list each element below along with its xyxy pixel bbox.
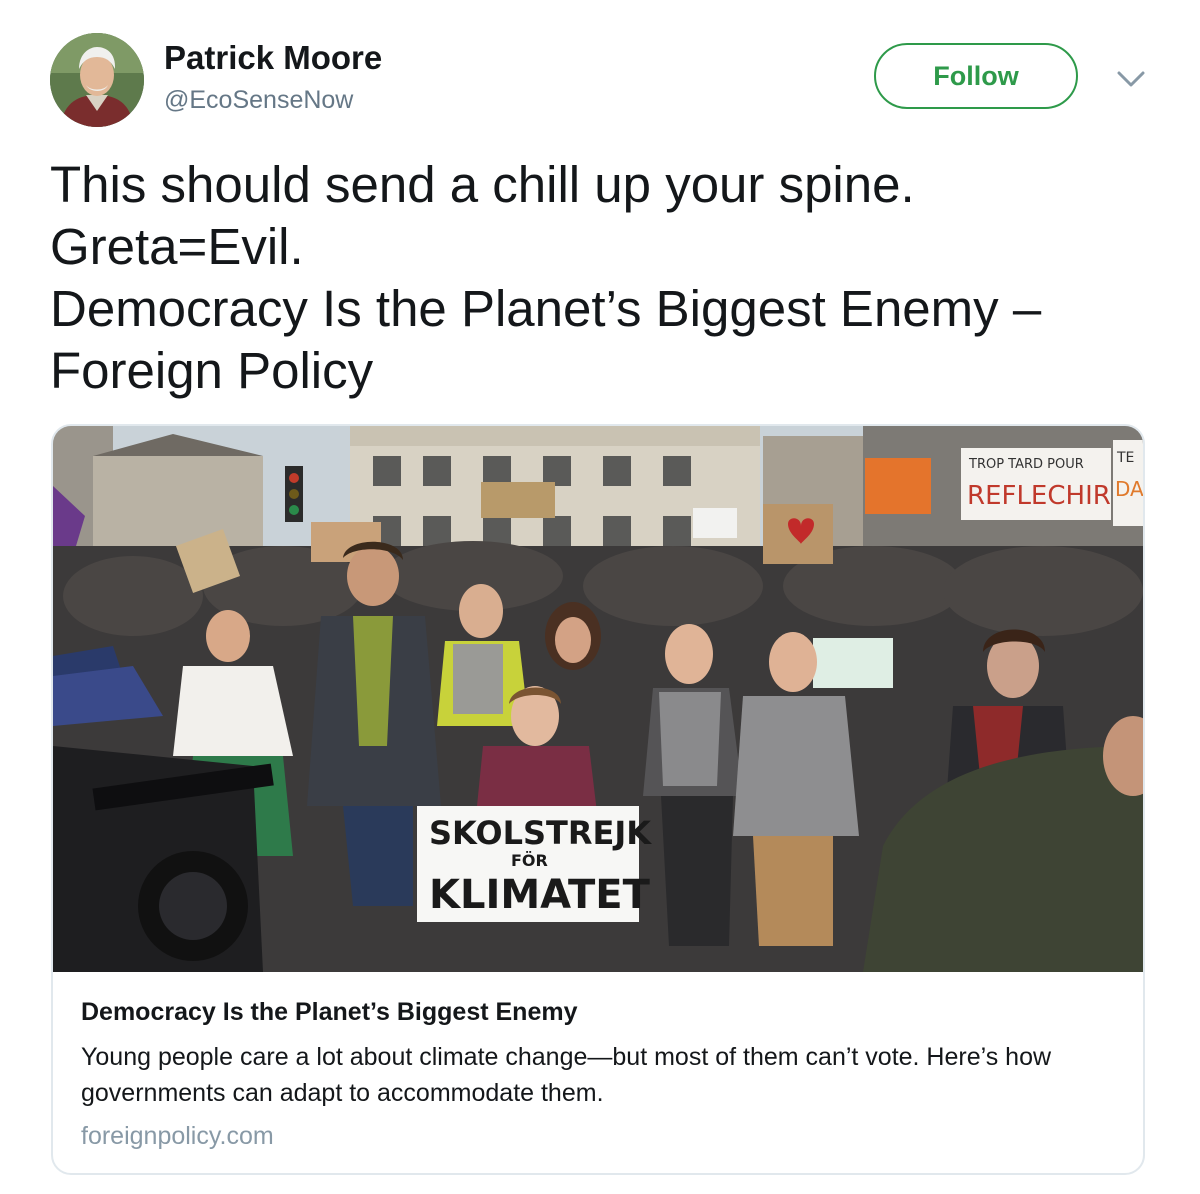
author-handle[interactable]: @EcoSenseNow bbox=[164, 84, 353, 116]
tweet-line: Foreign Policy bbox=[50, 342, 374, 399]
author-name[interactable]: Patrick Moore bbox=[164, 38, 382, 78]
tweet-line: This should send a chill up your spine. bbox=[50, 156, 915, 213]
author-avatar[interactable] bbox=[50, 33, 144, 127]
card-description: Young people care a lot about climate ch… bbox=[81, 1043, 1052, 1107]
tweet-line: Democracy Is the Planet’s Biggest Enemy … bbox=[50, 280, 1042, 337]
tweet-line: Greta=Evil. bbox=[50, 218, 304, 275]
banner-text-2: REFLECHIR bbox=[967, 481, 1111, 511]
card-title[interactable]: Democracy Is the Planet’s Biggest Enemy bbox=[81, 996, 577, 1028]
sign-line-2: FÖR bbox=[511, 851, 548, 870]
tweet-text: This should send a chill up your spine. … bbox=[50, 154, 1150, 402]
card-domain[interactable]: foreignpolicy.com bbox=[81, 1120, 274, 1152]
sign-line-1: SKOLSTREJK bbox=[429, 814, 652, 852]
banner-text-4: DA bbox=[1115, 477, 1143, 501]
banner-text-1: TROP TARD POUR bbox=[968, 457, 1084, 472]
sign-line-3: KLIMATET bbox=[429, 872, 651, 918]
chevron-down-icon[interactable] bbox=[1114, 64, 1148, 94]
banner-text-3: TE bbox=[1116, 450, 1134, 466]
follow-button[interactable]: Follow bbox=[874, 43, 1078, 109]
card-image[interactable]: TROP TARD POUR REFLECHIR TE DA SKOLSTREJ… bbox=[53, 426, 1143, 972]
link-card[interactable]: TROP TARD POUR REFLECHIR TE DA SKOLSTREJ… bbox=[51, 424, 1145, 1175]
